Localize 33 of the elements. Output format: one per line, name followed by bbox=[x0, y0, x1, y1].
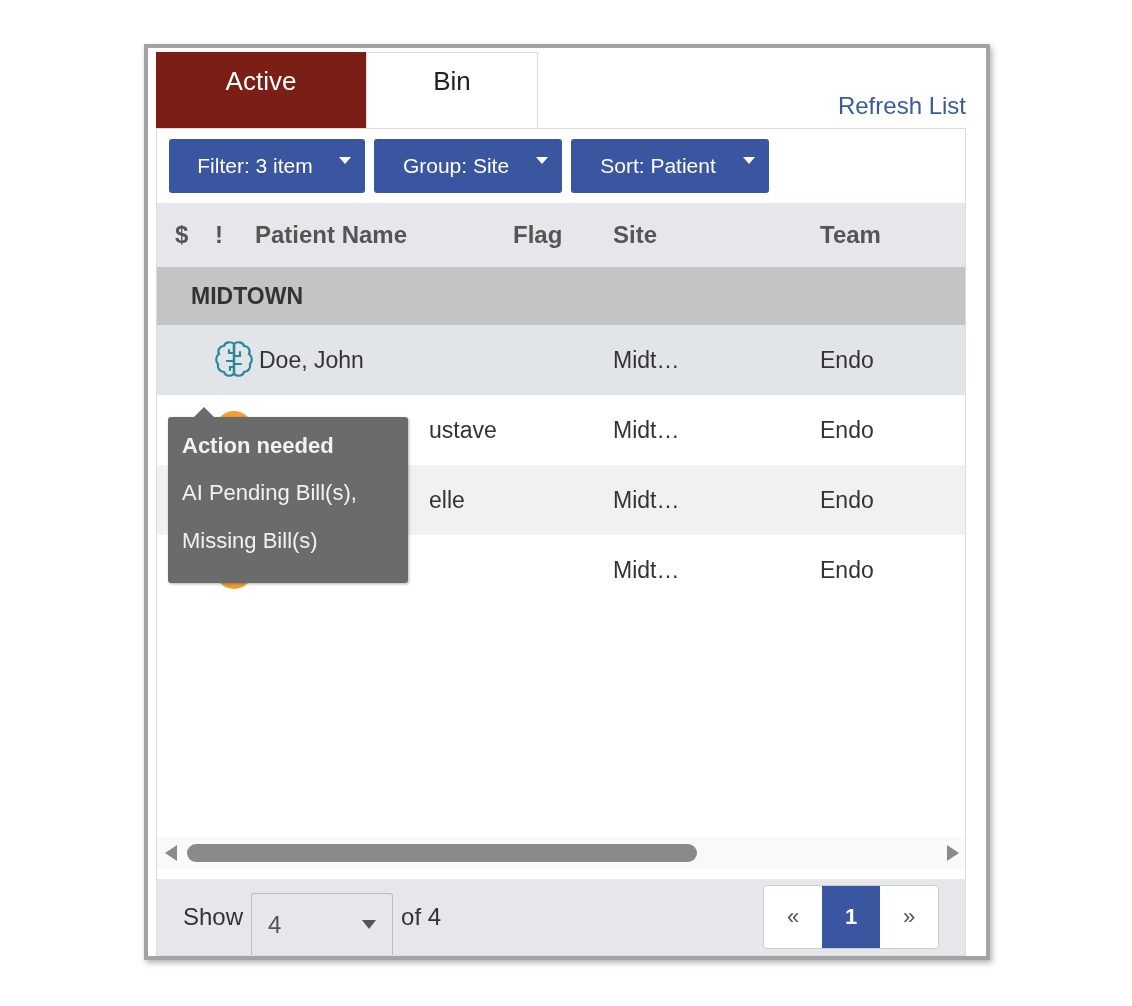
refresh-link[interactable]: Refresh List bbox=[837, 92, 966, 120]
next-page-button[interactable]: » bbox=[880, 886, 938, 948]
patient-name: ustave bbox=[429, 416, 497, 444]
page-size-select[interactable]: 4 bbox=[251, 893, 394, 955]
previous-page-button[interactable]: « bbox=[764, 886, 822, 948]
column-header[interactable]: Flag bbox=[513, 221, 605, 249]
group-label: MIDTOWN bbox=[191, 282, 303, 310]
column-header[interactable]: $ bbox=[157, 221, 215, 249]
dropdown-button[interactable]: Group: Site bbox=[374, 139, 562, 193]
column-header[interactable]: Patient Name bbox=[255, 221, 513, 249]
total-label: of 4 bbox=[401, 903, 442, 931]
patient-name: elle bbox=[429, 486, 465, 514]
dropdown-button[interactable]: Filter: 3 item bbox=[169, 139, 365, 193]
site-cell-text: Midt… bbox=[612, 556, 681, 584]
site-cell-text: Midt… bbox=[612, 346, 681, 374]
team-cell-text: Endo bbox=[819, 556, 875, 584]
team-cell-text: Endo bbox=[819, 346, 875, 374]
page-button[interactable]: 1 bbox=[822, 886, 880, 948]
column-header[interactable]: ! bbox=[215, 221, 255, 249]
tab[interactable]: Bin bbox=[366, 52, 538, 128]
team-cell-text: Endo bbox=[819, 416, 875, 444]
site-cell-text: Midt… bbox=[612, 416, 681, 444]
show-label: Show bbox=[183, 903, 244, 931]
team-cell-text: Endo bbox=[819, 486, 875, 514]
tooltip-title: Action needed bbox=[182, 433, 335, 459]
patient-name: Doe, John bbox=[259, 346, 364, 374]
column-header[interactable]: Team bbox=[812, 221, 965, 249]
tooltip-text: AI Pending Bill(s), bbox=[182, 479, 358, 507]
dropdown-button[interactable]: Sort: Patient bbox=[571, 139, 769, 193]
tab[interactable]: Active bbox=[156, 52, 366, 128]
site-cell-text: Midt… bbox=[612, 486, 681, 514]
table-row[interactable]: Doe, John Midt… Endo bbox=[157, 325, 965, 395]
column-header[interactable]: Site bbox=[605, 221, 812, 249]
